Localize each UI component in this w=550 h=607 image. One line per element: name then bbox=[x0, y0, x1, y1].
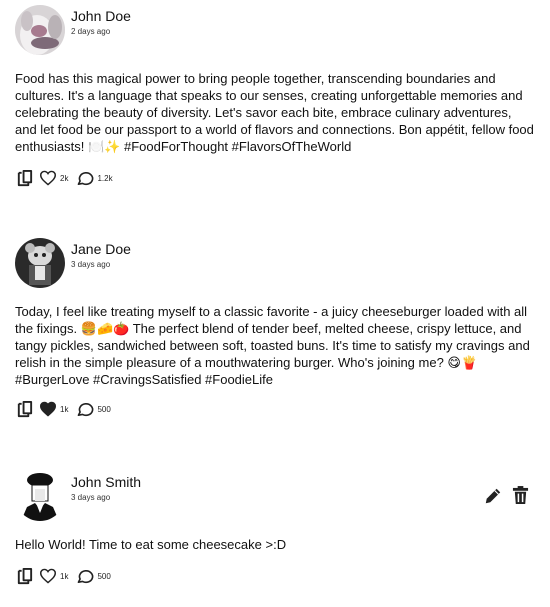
like-count: 1k bbox=[60, 571, 69, 581]
author-name[interactable]: John Smith bbox=[71, 474, 141, 490]
post-text: Hello World! Time to eat some cheesecake… bbox=[15, 537, 287, 552]
clipboard-icon bbox=[17, 567, 33, 584]
avatar[interactable] bbox=[15, 471, 65, 521]
like-count: 1k bbox=[60, 404, 69, 414]
post-timestamp: 3 days ago bbox=[71, 260, 111, 269]
like-button[interactable]: 1k bbox=[39, 401, 68, 417]
heart-filled-icon bbox=[39, 401, 57, 417]
post-actions: 2k 1.2k bbox=[15, 168, 113, 188]
copy-button[interactable] bbox=[15, 169, 34, 188]
like-button[interactable]: 2k bbox=[39, 170, 68, 186]
post-text: Food has this magical power to bring peo… bbox=[15, 71, 534, 154]
like-button[interactable]: 1k bbox=[39, 568, 68, 584]
post-text: Today, I feel like treating myself to a … bbox=[15, 304, 530, 387]
comment-icon bbox=[78, 171, 94, 185]
comment-count: 1.2k bbox=[97, 173, 113, 183]
heart-icon bbox=[39, 170, 57, 186]
trash-icon bbox=[512, 486, 529, 504]
comment-icon bbox=[78, 569, 94, 583]
pencil-icon bbox=[485, 488, 501, 503]
clipboard-icon bbox=[17, 400, 33, 417]
comment-button[interactable]: 500 bbox=[76, 568, 111, 585]
comment-count: 500 bbox=[97, 571, 111, 581]
copy-button[interactable] bbox=[15, 567, 34, 586]
author-name[interactable]: John Doe bbox=[71, 8, 131, 24]
like-count: 2k bbox=[60, 173, 69, 183]
comment-count: 500 bbox=[97, 404, 111, 414]
clipboard-icon bbox=[17, 169, 33, 186]
post-card: John Smith 3 days ago Hello World! Time … bbox=[0, 466, 550, 601]
comment-button[interactable]: 500 bbox=[76, 401, 111, 418]
post-card: Jane Doe 3 days ago Today, I feel like t… bbox=[0, 233, 550, 433]
post-actions: 1k 500 bbox=[15, 566, 111, 586]
post-actions: 1k 500 bbox=[15, 399, 111, 419]
avatar[interactable] bbox=[15, 5, 65, 55]
comment-icon bbox=[78, 402, 94, 416]
post-timestamp: 2 days ago bbox=[71, 27, 111, 36]
copy-button[interactable] bbox=[15, 400, 34, 419]
avatar[interactable] bbox=[15, 238, 65, 288]
delete-button[interactable] bbox=[512, 486, 529, 510]
edit-button[interactable] bbox=[484, 487, 502, 510]
heart-icon bbox=[39, 568, 57, 584]
post-card: John Doe 2 days ago Food has this magica… bbox=[0, 0, 550, 200]
owner-actions bbox=[484, 486, 529, 510]
comment-button[interactable]: 1.2k bbox=[76, 170, 113, 187]
author-name[interactable]: Jane Doe bbox=[71, 241, 131, 257]
post-timestamp: 3 days ago bbox=[71, 493, 111, 502]
